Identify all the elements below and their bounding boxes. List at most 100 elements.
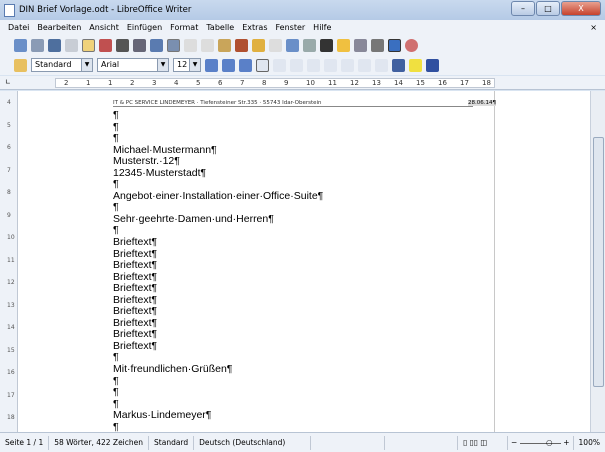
vertical-scrollbar[interactable] [590,91,605,432]
highlight-icon[interactable] [409,58,422,72]
ruler-tick-label: 14 [394,79,403,87]
clone-formatting-icon[interactable] [235,38,248,52]
chevron-down-icon[interactable]: ▼ [81,59,92,71]
document-area[interactable]: IT & PC SERVICE LINDEMEYER · Tiefenstein… [18,91,590,432]
align-center-icon[interactable] [273,58,286,72]
ruler-tick-label: 13 [372,79,381,87]
open-icon[interactable] [31,38,44,52]
document-modified [385,435,459,450]
menu-hilfe[interactable]: Hilfe [313,23,331,32]
scrollbar-thumb[interactable] [593,137,604,387]
bold-icon[interactable] [205,58,218,72]
menu-format[interactable]: Format [170,23,198,32]
edit-mode-icon[interactable] [82,38,95,52]
new-document-icon[interactable] [14,38,27,52]
menu-datei[interactable]: Datei [8,23,29,32]
menu-ansicht[interactable]: Ansicht [89,23,119,32]
document-line[interactable]: ¶ [113,109,323,122]
hyperlink-icon[interactable] [286,38,299,52]
menu-fenster[interactable]: Fenster [276,23,306,32]
document-line[interactable]: Mit·freundlichen·Grüßen¶ [113,363,323,376]
export-pdf-icon[interactable] [99,38,112,52]
document-line[interactable]: 12345·Musterstadt¶ [113,167,323,180]
underline-icon[interactable] [239,58,252,72]
print-preview-icon[interactable] [133,38,146,52]
insert-mode[interactable] [311,435,385,450]
formatting-marks-icon[interactable] [388,38,401,52]
menu-einfuegen[interactable]: Einfügen [127,23,162,32]
show-draw-functions-icon[interactable] [320,38,333,52]
ruler-tick-label: 2 [64,79,69,87]
page-style[interactable]: Standard [149,435,195,450]
help-icon[interactable] [405,38,418,52]
background-color-icon[interactable] [426,58,439,72]
font-size-value: 12 [177,60,188,69]
horizontal-ruler[interactable]: ∟ 2 1 1 2 3 4 5 6 7 8 9 10 11 12 13 14 15 16 17 18 [0,76,605,90]
document-line[interactable]: Sehr·geehrte·Damen·und·Herren¶ [113,213,323,226]
view-layout-icons[interactable]: ▯ ▯▯ ◫ [458,435,508,450]
document-line[interactable]: ¶ [113,375,323,388]
document-line[interactable]: ¶ [113,133,323,145]
font-color-icon[interactable] [392,58,405,72]
chevron-down-icon[interactable]: ▼ [157,59,168,71]
font-size-select[interactable]: 12 ▼ [173,58,201,72]
page[interactable]: IT & PC SERVICE LINDEMEYER · Tiefenstein… [55,91,496,433]
menu-extras[interactable]: Extras [242,23,267,32]
align-right-icon[interactable] [290,58,303,72]
increase-indent-icon[interactable] [375,58,388,72]
word-count: 58 Wörter, 422 Zeichen [49,435,150,450]
ruler-tick-label: 9 [284,79,289,87]
ruler-tick-label: 2 [130,79,135,87]
chevron-down-icon[interactable]: ▼ [189,59,200,71]
vruler-tick-label: 10 [7,234,15,241]
document-line[interactable]: ¶ [113,121,323,134]
menu-tabelle[interactable]: Tabelle [206,23,234,32]
minimize-button[interactable]: – [511,1,535,16]
document-line[interactable]: Brieftext¶ [113,260,323,272]
styles-icon[interactable] [14,58,27,72]
decrease-indent-icon[interactable] [358,58,371,72]
italic-icon[interactable] [222,58,235,72]
numbering-icon[interactable] [324,58,337,72]
email-icon[interactable] [65,38,78,52]
justify-icon[interactable] [307,58,320,72]
close-button[interactable]: X [561,1,601,16]
close-document-icon[interactable]: × [590,23,597,32]
document-line[interactable]: Brieftext¶ [113,236,323,249]
redo-icon[interactable] [269,38,282,52]
ruler-tick-label: 10 [306,79,315,87]
undo-icon[interactable] [252,38,265,52]
zoom-slider[interactable]: − ○ + [508,435,574,450]
vruler-tick-label: 11 [7,256,15,264]
autospellcheck-icon[interactable] [167,38,180,52]
language[interactable]: Deutsch (Deutschland) [194,435,312,450]
menu-bearbeiten[interactable]: Bearbeiten [37,23,81,32]
bullets-icon[interactable] [341,58,354,72]
cut-icon[interactable] [184,38,197,52]
paragraph-style-select[interactable]: Standard ▼ [31,58,93,72]
zoom-level[interactable]: 100% [574,436,605,450]
document-line[interactable]: Brieftext¶ [113,340,323,353]
table-icon[interactable] [303,38,316,52]
document-body[interactable]: ¶ ¶ ¶ Michael·Mustermann¶ Musterstr.·12¶ 1234… [113,109,323,433]
data-sources-icon[interactable] [371,38,384,52]
paste-icon[interactable] [218,38,231,52]
vruler-tick-label: 9 [7,211,11,219]
document-line[interactable]: Musterstr.·12¶ [113,156,323,168]
navigator-icon[interactable] [337,38,350,52]
vruler-tick-label: 12 [7,279,15,286]
document-line[interactable]: Markus·Lindemeyer¶ [113,410,323,422]
align-left-icon[interactable] [256,58,269,72]
font-name-select[interactable]: Arial ▼ [97,58,169,72]
document-line[interactable]: Angebot·einer·Installation·einer·Office·… [113,190,323,203]
save-icon[interactable] [48,38,61,52]
maximize-button[interactable]: □ [536,1,560,16]
gallery-icon[interactable] [354,38,367,52]
copy-icon[interactable] [201,38,214,52]
status-bar: Seite 1 / 1 58 Wörter, 422 Zeichen Stand… [0,432,605,452]
spellcheck-icon[interactable] [150,38,163,52]
tab-stop-icon[interactable]: ∟ [5,78,11,86]
print-icon[interactable] [116,38,129,52]
title-bar: DIN Brief Vorlage.odt - LibreOffice Writ… [0,0,605,20]
document-line[interactable]: ¶ [113,387,323,399]
